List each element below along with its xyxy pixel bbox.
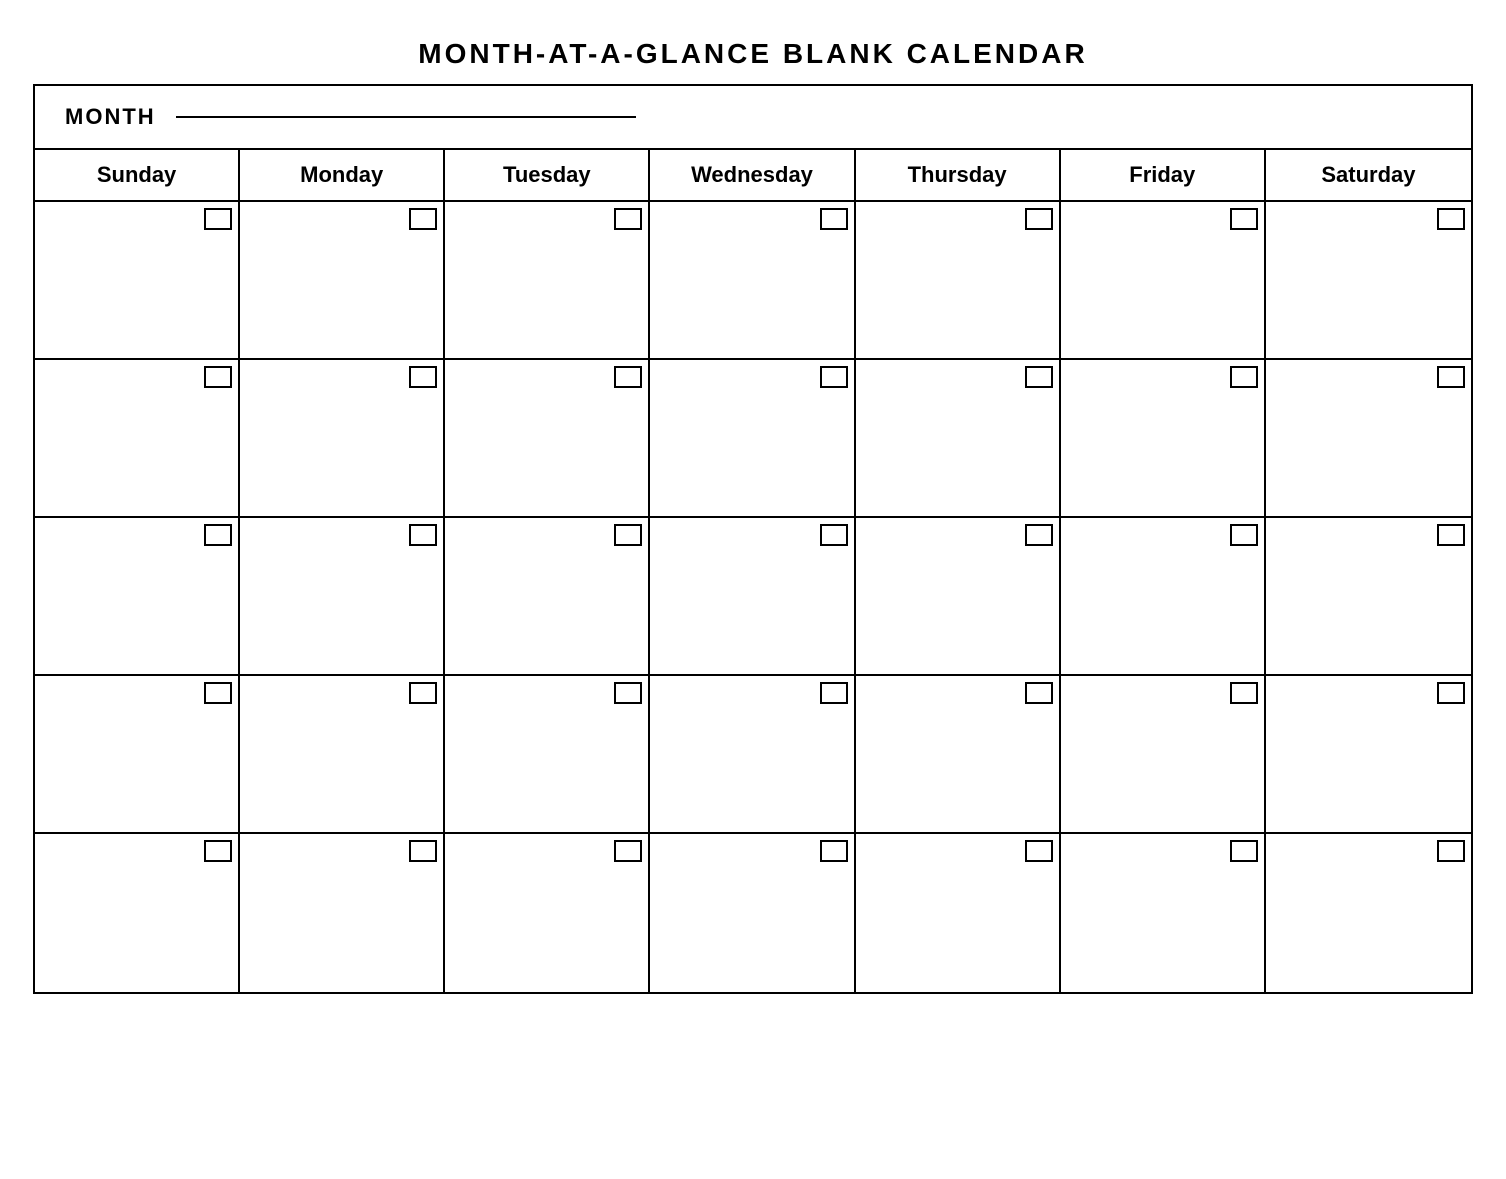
calendar-cell[interactable] (35, 676, 240, 834)
month-label: MONTH (65, 104, 156, 130)
calendar-cell[interactable] (1061, 360, 1266, 518)
days-header: Sunday Monday Tuesday Wednesday Thursday… (35, 150, 1471, 202)
date-number-box (820, 840, 848, 862)
date-number-box (1437, 208, 1465, 230)
calendar-cell[interactable] (445, 518, 650, 676)
calendar-cell[interactable] (445, 360, 650, 518)
date-number-box (614, 682, 642, 704)
calendar-cell[interactable] (35, 834, 240, 992)
calendar-cell[interactable] (650, 518, 855, 676)
calendar-cell[interactable] (240, 202, 445, 360)
calendar-cell[interactable] (650, 676, 855, 834)
date-number-box (820, 524, 848, 546)
calendar-cell[interactable] (35, 202, 240, 360)
date-number-box (409, 524, 437, 546)
calendar-cell[interactable] (35, 518, 240, 676)
calendar-cell[interactable] (445, 676, 650, 834)
calendar-cell[interactable] (1266, 676, 1471, 834)
calendar-cell[interactable] (856, 676, 1061, 834)
calendar-cell[interactable] (856, 202, 1061, 360)
date-number-box (409, 840, 437, 862)
date-number-box (820, 208, 848, 230)
date-number-box (204, 840, 232, 862)
calendar-cell[interactable] (1266, 360, 1471, 518)
calendar-cell[interactable] (240, 518, 445, 676)
calendar-page: MONTH-AT-A-GLANCE BLANK CALENDAR MONTH S… (23, 20, 1483, 994)
date-number-box (1025, 682, 1053, 704)
calendar-grid (35, 202, 1471, 992)
calendar-cell[interactable] (1266, 202, 1471, 360)
date-number-box (1230, 524, 1258, 546)
date-number-box (204, 524, 232, 546)
date-number-box (1025, 840, 1053, 862)
calendar-container: MONTH Sunday Monday Tuesday Wednesday Th… (33, 84, 1473, 994)
date-number-box (614, 208, 642, 230)
date-number-box (1230, 366, 1258, 388)
date-number-box (1230, 840, 1258, 862)
calendar-cell[interactable] (856, 834, 1061, 992)
day-header-tuesday: Tuesday (445, 150, 650, 200)
calendar-cell[interactable] (650, 202, 855, 360)
date-number-box (204, 208, 232, 230)
date-number-box (204, 682, 232, 704)
calendar-cell[interactable] (445, 834, 650, 992)
date-number-box (1437, 682, 1465, 704)
day-header-saturday: Saturday (1266, 150, 1471, 200)
date-number-box (820, 366, 848, 388)
month-row: MONTH (35, 86, 1471, 150)
calendar-cell[interactable] (1266, 518, 1471, 676)
date-number-box (409, 366, 437, 388)
date-number-box (409, 208, 437, 230)
date-number-box (614, 366, 642, 388)
calendar-cell[interactable] (856, 360, 1061, 518)
date-number-box (1025, 208, 1053, 230)
date-number-box (820, 682, 848, 704)
date-number-box (409, 682, 437, 704)
day-header-sunday: Sunday (35, 150, 240, 200)
day-header-monday: Monday (240, 150, 445, 200)
calendar-cell[interactable] (240, 676, 445, 834)
page-title: MONTH-AT-A-GLANCE BLANK CALENDAR (23, 20, 1483, 84)
date-number-box (614, 840, 642, 862)
calendar-cell[interactable] (35, 360, 240, 518)
calendar-cell[interactable] (856, 518, 1061, 676)
day-header-thursday: Thursday (856, 150, 1061, 200)
date-number-box (204, 366, 232, 388)
date-number-box (1230, 682, 1258, 704)
date-number-box (1437, 524, 1465, 546)
calendar-cell[interactable] (1061, 676, 1266, 834)
calendar-cell[interactable] (650, 360, 855, 518)
month-line (176, 116, 636, 118)
calendar-cell[interactable] (650, 834, 855, 992)
day-header-friday: Friday (1061, 150, 1266, 200)
calendar-cell[interactable] (1061, 834, 1266, 992)
date-number-box (1230, 208, 1258, 230)
calendar-cell[interactable] (240, 360, 445, 518)
date-number-box (1025, 524, 1053, 546)
calendar-cell[interactable] (1061, 202, 1266, 360)
calendar-cell[interactable] (445, 202, 650, 360)
day-header-wednesday: Wednesday (650, 150, 855, 200)
calendar-cell[interactable] (240, 834, 445, 992)
date-number-box (1437, 366, 1465, 388)
date-number-box (1437, 840, 1465, 862)
calendar-cell[interactable] (1061, 518, 1266, 676)
calendar-cell[interactable] (1266, 834, 1471, 992)
date-number-box (1025, 366, 1053, 388)
date-number-box (614, 524, 642, 546)
